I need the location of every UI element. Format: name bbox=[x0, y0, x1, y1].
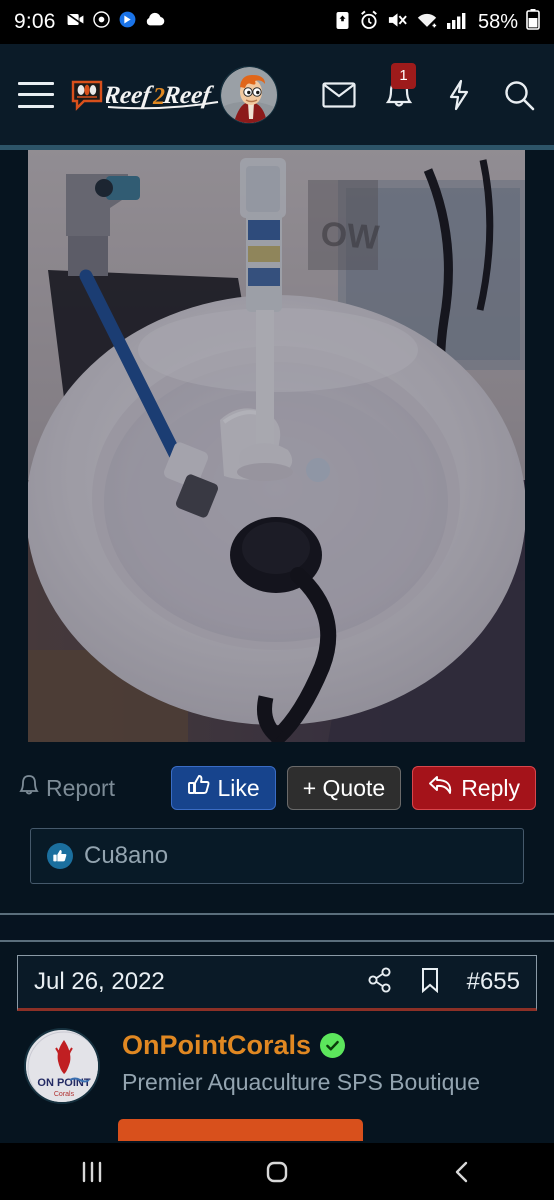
share-icon[interactable] bbox=[367, 966, 393, 998]
report-label: Report bbox=[46, 774, 116, 801]
post-date: Jul 26, 2022 bbox=[34, 968, 165, 995]
recents-button[interactable] bbox=[52, 1143, 132, 1200]
bixby-icon bbox=[118, 10, 137, 34]
author-avatar-logo-text: ON POINT bbox=[37, 1077, 90, 1089]
reply-arrow-icon bbox=[428, 774, 454, 802]
status-bar-clock: 9:06 bbox=[14, 10, 56, 33]
thumbs-up-badge-icon bbox=[47, 843, 73, 869]
home-button[interactable] bbox=[237, 1143, 317, 1200]
verified-badge-icon bbox=[320, 1033, 346, 1058]
target-icon bbox=[92, 10, 111, 34]
post-likes-box[interactable]: Cu8ano bbox=[30, 828, 524, 884]
quote-button[interactable]: + Quote bbox=[286, 766, 402, 810]
author-username[interactable]: OnPointCorals bbox=[122, 1030, 311, 1061]
signal-icon bbox=[446, 10, 468, 35]
section-gap-band bbox=[0, 915, 554, 940]
promo-banner[interactable] bbox=[118, 1119, 363, 1141]
site-logo[interactable]: Reef 2 Reef bbox=[70, 78, 226, 112]
battery-percent-label: 58% bbox=[477, 10, 518, 33]
hamburger-menu-icon[interactable] bbox=[18, 81, 54, 108]
like-button[interactable]: Like bbox=[170, 766, 276, 810]
post-header-bar: Jul 26, 2022 #655 bbox=[17, 955, 537, 1011]
svg-text:Reef: Reef bbox=[161, 82, 216, 109]
report-button[interactable]: Report bbox=[18, 773, 115, 803]
reef2reef-wordmark: Reef 2 Reef bbox=[101, 78, 226, 112]
thumbs-up-icon bbox=[187, 773, 211, 803]
status-bar-notification-icons bbox=[66, 10, 166, 34]
screen-record-icon bbox=[66, 10, 85, 34]
alerts-icon[interactable]: 1 bbox=[382, 62, 416, 112]
post-author-block: ON POINT Corals OnPointCorals Premier Aq… bbox=[24, 1028, 544, 1104]
like-label: Like bbox=[217, 774, 260, 801]
reef2reef-bubble-icon bbox=[70, 79, 104, 111]
bookmark-icon[interactable] bbox=[419, 967, 441, 998]
app-header: Reef 2 Reef 1 bbox=[0, 44, 554, 145]
whats-new-icon[interactable] bbox=[442, 78, 476, 112]
reply-label: Reply bbox=[461, 774, 520, 801]
mute-icon bbox=[387, 10, 408, 35]
search-icon[interactable] bbox=[502, 78, 536, 112]
alerts-badge: 1 bbox=[391, 62, 416, 89]
wifi-icon bbox=[416, 10, 438, 35]
battery-saver-icon bbox=[334, 10, 351, 35]
post-number[interactable]: #655 bbox=[467, 968, 520, 996]
author-avatar[interactable]: ON POINT Corals bbox=[24, 1028, 100, 1104]
android-nav-bar bbox=[0, 1143, 554, 1200]
post-action-row: Report Like + Quote Reply bbox=[0, 766, 554, 810]
battery-icon bbox=[526, 9, 540, 35]
status-bar: 9:06 58% bbox=[0, 0, 554, 44]
likes-username[interactable]: Cu8ano bbox=[84, 842, 168, 870]
status-bar-system-icons: 58% bbox=[334, 9, 540, 35]
back-button[interactable] bbox=[422, 1143, 502, 1200]
inbox-icon[interactable] bbox=[322, 78, 356, 112]
reply-button[interactable]: Reply bbox=[412, 766, 536, 810]
header-action-icons: 1 bbox=[322, 62, 536, 112]
svg-text:Reef: Reef bbox=[106, 82, 155, 109]
alarm-icon bbox=[359, 10, 379, 35]
post-attachment-image[interactable]: OW bbox=[28, 150, 525, 742]
cloud-icon bbox=[144, 10, 166, 34]
svg-text:Corals: Corals bbox=[54, 1091, 75, 1098]
section-divider-bottom bbox=[0, 940, 554, 942]
report-bell-icon bbox=[18, 773, 40, 803]
quote-label: + Quote bbox=[302, 774, 386, 801]
current-user-avatar[interactable] bbox=[220, 65, 278, 124]
author-tagline: Premier Aquaculture SPS Boutique bbox=[122, 1069, 480, 1095]
